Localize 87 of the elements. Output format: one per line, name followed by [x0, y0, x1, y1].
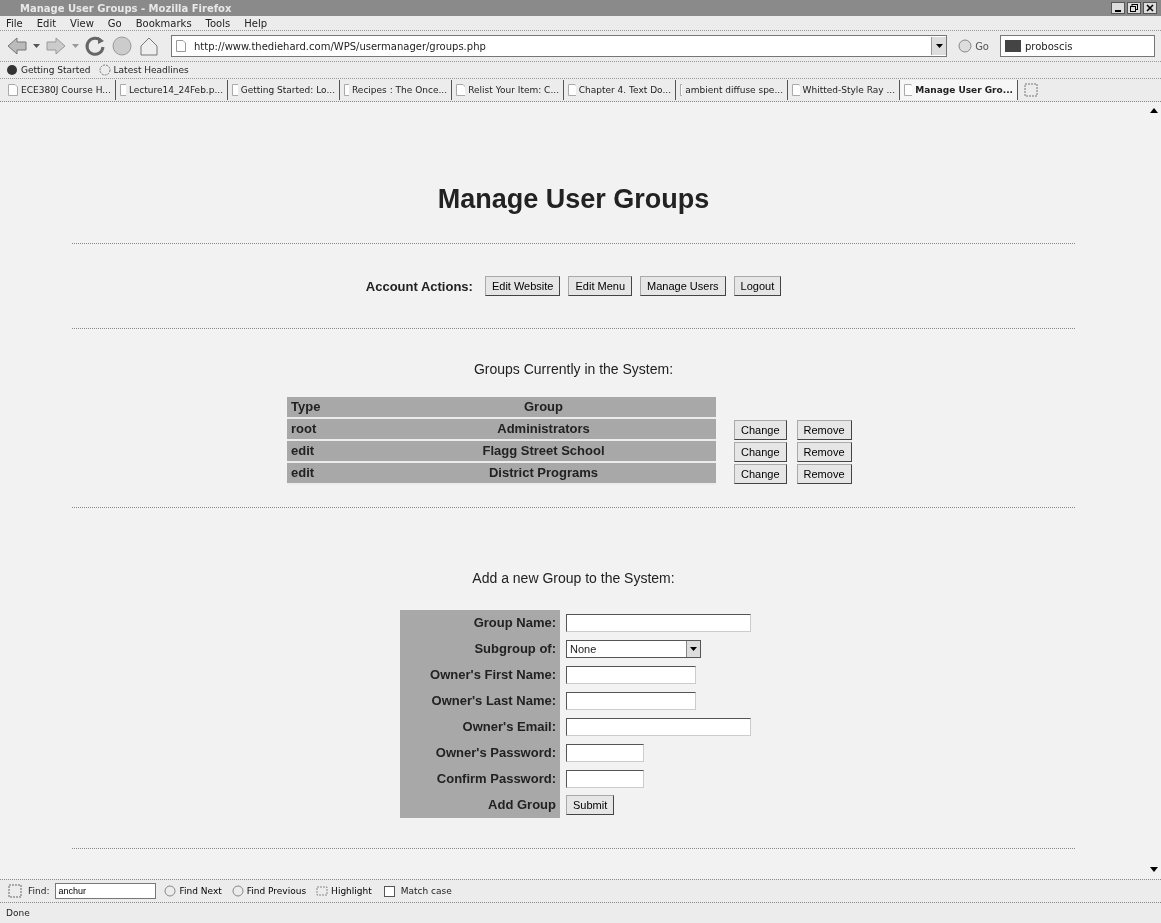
action-button[interactable]: Edit Website — [484, 276, 561, 296]
status-text: Done — [6, 908, 30, 918]
section-title: Add a new Group to the System: — [471, 570, 676, 586]
row-action-button[interactable]: Change — [734, 442, 787, 462]
maximize-button[interactable] — [1127, 2, 1141, 14]
browser-tab[interactable]: Manage User Gro... — [900, 80, 1018, 100]
back-icon[interactable] — [6, 36, 28, 56]
input-field[interactable] — [566, 718, 751, 736]
input-field[interactable] — [566, 770, 644, 788]
highlight-button[interactable]: Highlight — [314, 885, 374, 897]
reload-icon[interactable] — [84, 35, 106, 57]
column-header: Group — [371, 397, 716, 419]
row-action-button[interactable]: Change — [734, 464, 787, 484]
dropdown-caret-icon[interactable] — [931, 37, 947, 55]
close-button[interactable] — [1143, 2, 1157, 14]
table-cell: edit — [287, 441, 371, 463]
menu-item[interactable]: Bookmarks — [135, 17, 192, 29]
address-field[interactable]: http://www.thediehard.com/WPS/usermanager/groups.php — [171, 35, 948, 57]
minimize-button[interactable] — [1111, 2, 1125, 14]
browser-tab[interactable]: ECE380J Course H... — [4, 80, 116, 100]
field-label: Subgroup of: — [400, 636, 560, 662]
column-header: Type — [287, 397, 371, 419]
browser-tab[interactable]: ambient diffuse spe... — [676, 80, 788, 100]
row-action-button[interactable]: Remove — [796, 420, 852, 440]
browser-tab[interactable]: Relist Your Item: C... — [452, 80, 564, 100]
table-cell: District Programs — [371, 463, 716, 485]
field-label: Add Group — [400, 792, 560, 818]
browser-tab[interactable]: Getting Started: Lo... — [228, 80, 340, 100]
menu-item[interactable]: View — [70, 17, 94, 29]
menu-item[interactable]: Help — [244, 17, 268, 29]
input-field[interactable] — [566, 692, 696, 710]
field-label: Owner's Password: — [400, 740, 560, 766]
table-cell: root — [287, 419, 371, 441]
go-icon — [958, 39, 973, 53]
match-case-label: Match case — [400, 886, 452, 896]
field-label: Confirm Password: — [400, 766, 560, 792]
page-heading: Manage User Groups — [436, 184, 711, 215]
submit-button[interactable]: Submit — [566, 795, 615, 815]
menu-item[interactable]: Tools — [205, 17, 231, 29]
browser-tab[interactable]: Chapter 4. Text Do... — [564, 80, 676, 100]
restore-icon — [1130, 4, 1138, 12]
action-button[interactable]: Edit Menu — [568, 276, 632, 296]
table-cell: edit — [287, 463, 371, 485]
action-button[interactable]: Manage Users — [640, 276, 726, 296]
bookmark-icon — [6, 64, 18, 76]
home-icon[interactable] — [138, 35, 160, 57]
row-action-button[interactable]: Remove — [796, 442, 852, 462]
window-title: Manage User Groups - Mozilla Firefox — [20, 2, 232, 14]
dropdown-caret-icon[interactable] — [33, 43, 40, 49]
find-label: Find: — [28, 886, 50, 896]
menu-item[interactable]: File — [6, 17, 23, 29]
section-title: Groups Currently in the System: — [472, 361, 675, 377]
account-actions-label: Account Actions: — [365, 278, 473, 294]
input-field[interactable] — [566, 744, 644, 762]
field-label: Group Name: — [400, 610, 560, 636]
engine-icon — [1004, 39, 1022, 53]
scroll-up-icon[interactable] — [1150, 108, 1158, 114]
previous-icon — [231, 885, 244, 897]
input-field[interactable] — [566, 666, 696, 684]
match-case-checkbox[interactable] — [383, 885, 395, 897]
bookmark-link[interactable]: Latest Headlines — [98, 64, 189, 76]
next-icon — [164, 885, 177, 897]
feed-icon — [98, 64, 111, 76]
browser-tab[interactable]: Lecture14_24Feb.p... — [116, 80, 228, 100]
browser-tab[interactable]: Recipes : The Once... — [340, 80, 452, 100]
bookmark-link[interactable]: Getting Started — [6, 64, 91, 76]
go-button[interactable]: Go — [952, 38, 995, 54]
menu-item[interactable]: Edit — [36, 17, 57, 29]
field-label: Owner's First Name: — [400, 662, 560, 688]
dropdown-caret-icon — [690, 646, 697, 652]
find-field[interactable]: anchur — [55, 883, 157, 899]
row-action-button[interactable]: Remove — [796, 464, 852, 484]
subgroup-dropdown[interactable]: None — [566, 640, 701, 658]
field-label: Owner's Last Name: — [400, 688, 560, 714]
scroll-down-icon[interactable] — [1150, 867, 1158, 873]
close-icon — [1146, 4, 1154, 12]
action-button[interactable]: Logout — [733, 276, 782, 296]
search-field[interactable]: proboscis — [1000, 35, 1155, 57]
menu-item[interactable]: Go — [107, 17, 122, 29]
input-field[interactable] — [566, 614, 751, 632]
table-cell: Flagg Street School — [371, 441, 716, 463]
find-next-button[interactable]: Find Next — [162, 885, 224, 897]
row-action-button[interactable]: Change — [734, 420, 787, 440]
table-cell: Administrators — [371, 419, 716, 441]
field-label: Owner's Email: — [400, 714, 560, 740]
highlight-icon — [316, 885, 329, 897]
find-previous-button[interactable]: Find Previous — [229, 885, 309, 897]
